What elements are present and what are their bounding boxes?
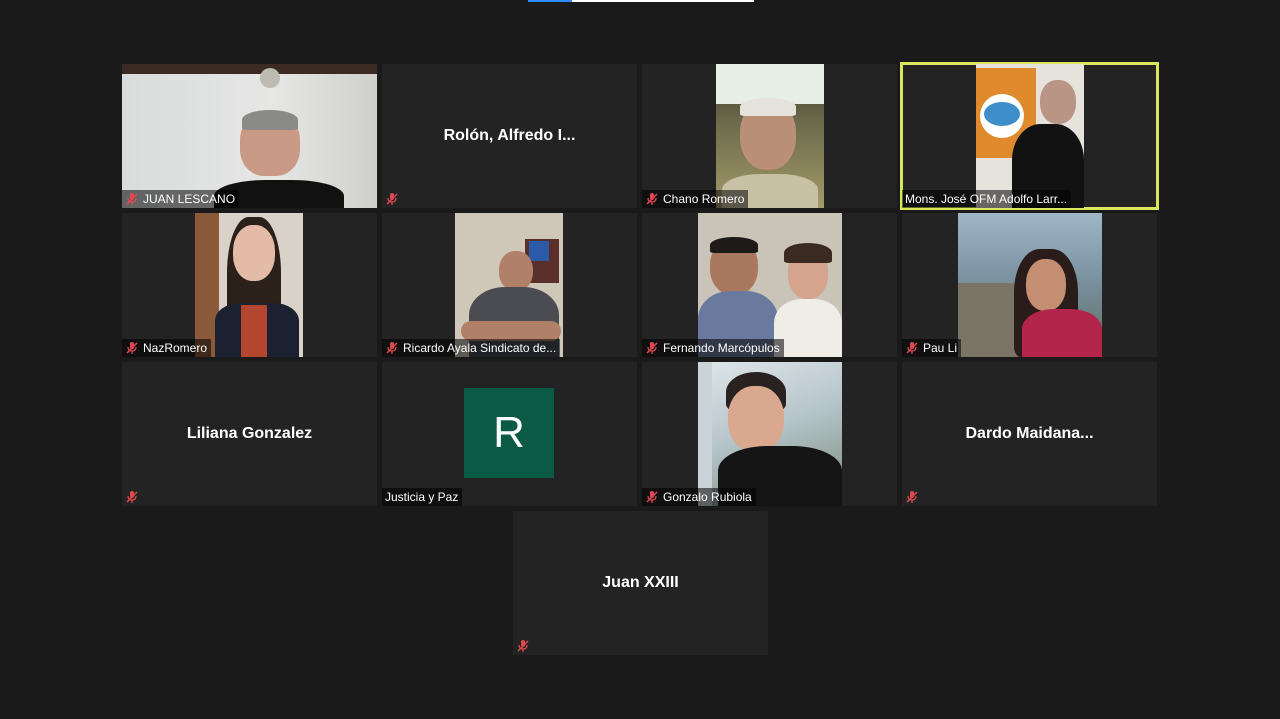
participant-display-name: Rolón, Alfredo I... bbox=[443, 127, 576, 144]
participant-tile-3[interactable]: Chano Romero bbox=[642, 64, 897, 208]
participant-video bbox=[122, 64, 377, 208]
screen-share-indicator bbox=[528, 0, 754, 2]
muted-mic-icon bbox=[386, 193, 398, 205]
muted-mic-icon bbox=[906, 342, 918, 354]
participant-display-name: Liliana Gonzalez bbox=[186, 425, 313, 442]
muted-mic-icon bbox=[386, 342, 398, 354]
participant-name-label bbox=[513, 637, 538, 655]
participant-video bbox=[195, 213, 303, 357]
participant-tile-11[interactable]: Gonzalo Rubiola bbox=[642, 362, 897, 506]
participant-tile-6[interactable]: Ricardo Ayala Sindicato de... bbox=[382, 213, 637, 357]
participant-video bbox=[716, 64, 824, 208]
participant-video bbox=[976, 64, 1084, 208]
muted-mic-icon bbox=[126, 193, 138, 205]
participant-tile-8[interactable]: Pau Li bbox=[902, 213, 1157, 357]
participant-tile-13[interactable]: Juan XXIII bbox=[513, 511, 768, 655]
muted-mic-icon bbox=[646, 491, 658, 503]
participant-name-label bbox=[902, 488, 927, 506]
muted-mic-icon bbox=[646, 342, 658, 354]
participant-display-name: Dardo Maidana... bbox=[965, 425, 1094, 442]
participant-tile-4-active-speaker[interactable]: Mons. José OFM Adolfo Larr... bbox=[900, 62, 1159, 210]
participant-tile-5[interactable]: NazRomero bbox=[122, 213, 377, 357]
muted-mic-icon bbox=[646, 193, 658, 205]
participant-name-label: Pau Li bbox=[902, 339, 962, 357]
participant-avatar: R bbox=[464, 388, 554, 478]
participant-tile-10[interactable]: R Justicia y Paz bbox=[382, 362, 637, 506]
participant-tile-1[interactable]: JUAN LESCANO bbox=[122, 64, 377, 208]
participant-name-label: Ricardo Ayala Sindicato de... bbox=[382, 339, 561, 357]
muted-mic-icon bbox=[126, 491, 138, 503]
participant-name-label: NazRomero bbox=[122, 339, 212, 357]
participant-name-label: Gonzalo Rubiola bbox=[642, 488, 756, 506]
participant-tile-9[interactable]: Liliana Gonzalez bbox=[122, 362, 377, 506]
participant-name-label: Chano Romero bbox=[642, 190, 749, 208]
participant-tile-2[interactable]: Rolón, Alfredo I... bbox=[382, 64, 637, 208]
participant-video bbox=[698, 213, 842, 357]
muted-mic-icon bbox=[126, 342, 138, 354]
participant-tile-12[interactable]: Dardo Maidana... bbox=[902, 362, 1157, 506]
participant-name-label bbox=[382, 190, 407, 208]
participant-display-name: Juan XXIII bbox=[602, 574, 679, 591]
participant-name-label: Justicia y Paz bbox=[382, 488, 463, 506]
participant-name-label: Mons. José OFM Adolfo Larr... bbox=[902, 190, 1072, 208]
participant-video bbox=[958, 213, 1102, 357]
participant-name-label: Fernando Marcópulos bbox=[642, 339, 784, 357]
muted-mic-icon bbox=[517, 640, 529, 652]
participant-video bbox=[698, 362, 842, 506]
participant-video bbox=[455, 213, 563, 357]
participant-tile-7[interactable]: Fernando Marcópulos bbox=[642, 213, 897, 357]
muted-mic-icon bbox=[906, 491, 918, 503]
participant-name-label: JUAN LESCANO bbox=[122, 190, 240, 208]
participant-name-label bbox=[122, 488, 147, 506]
